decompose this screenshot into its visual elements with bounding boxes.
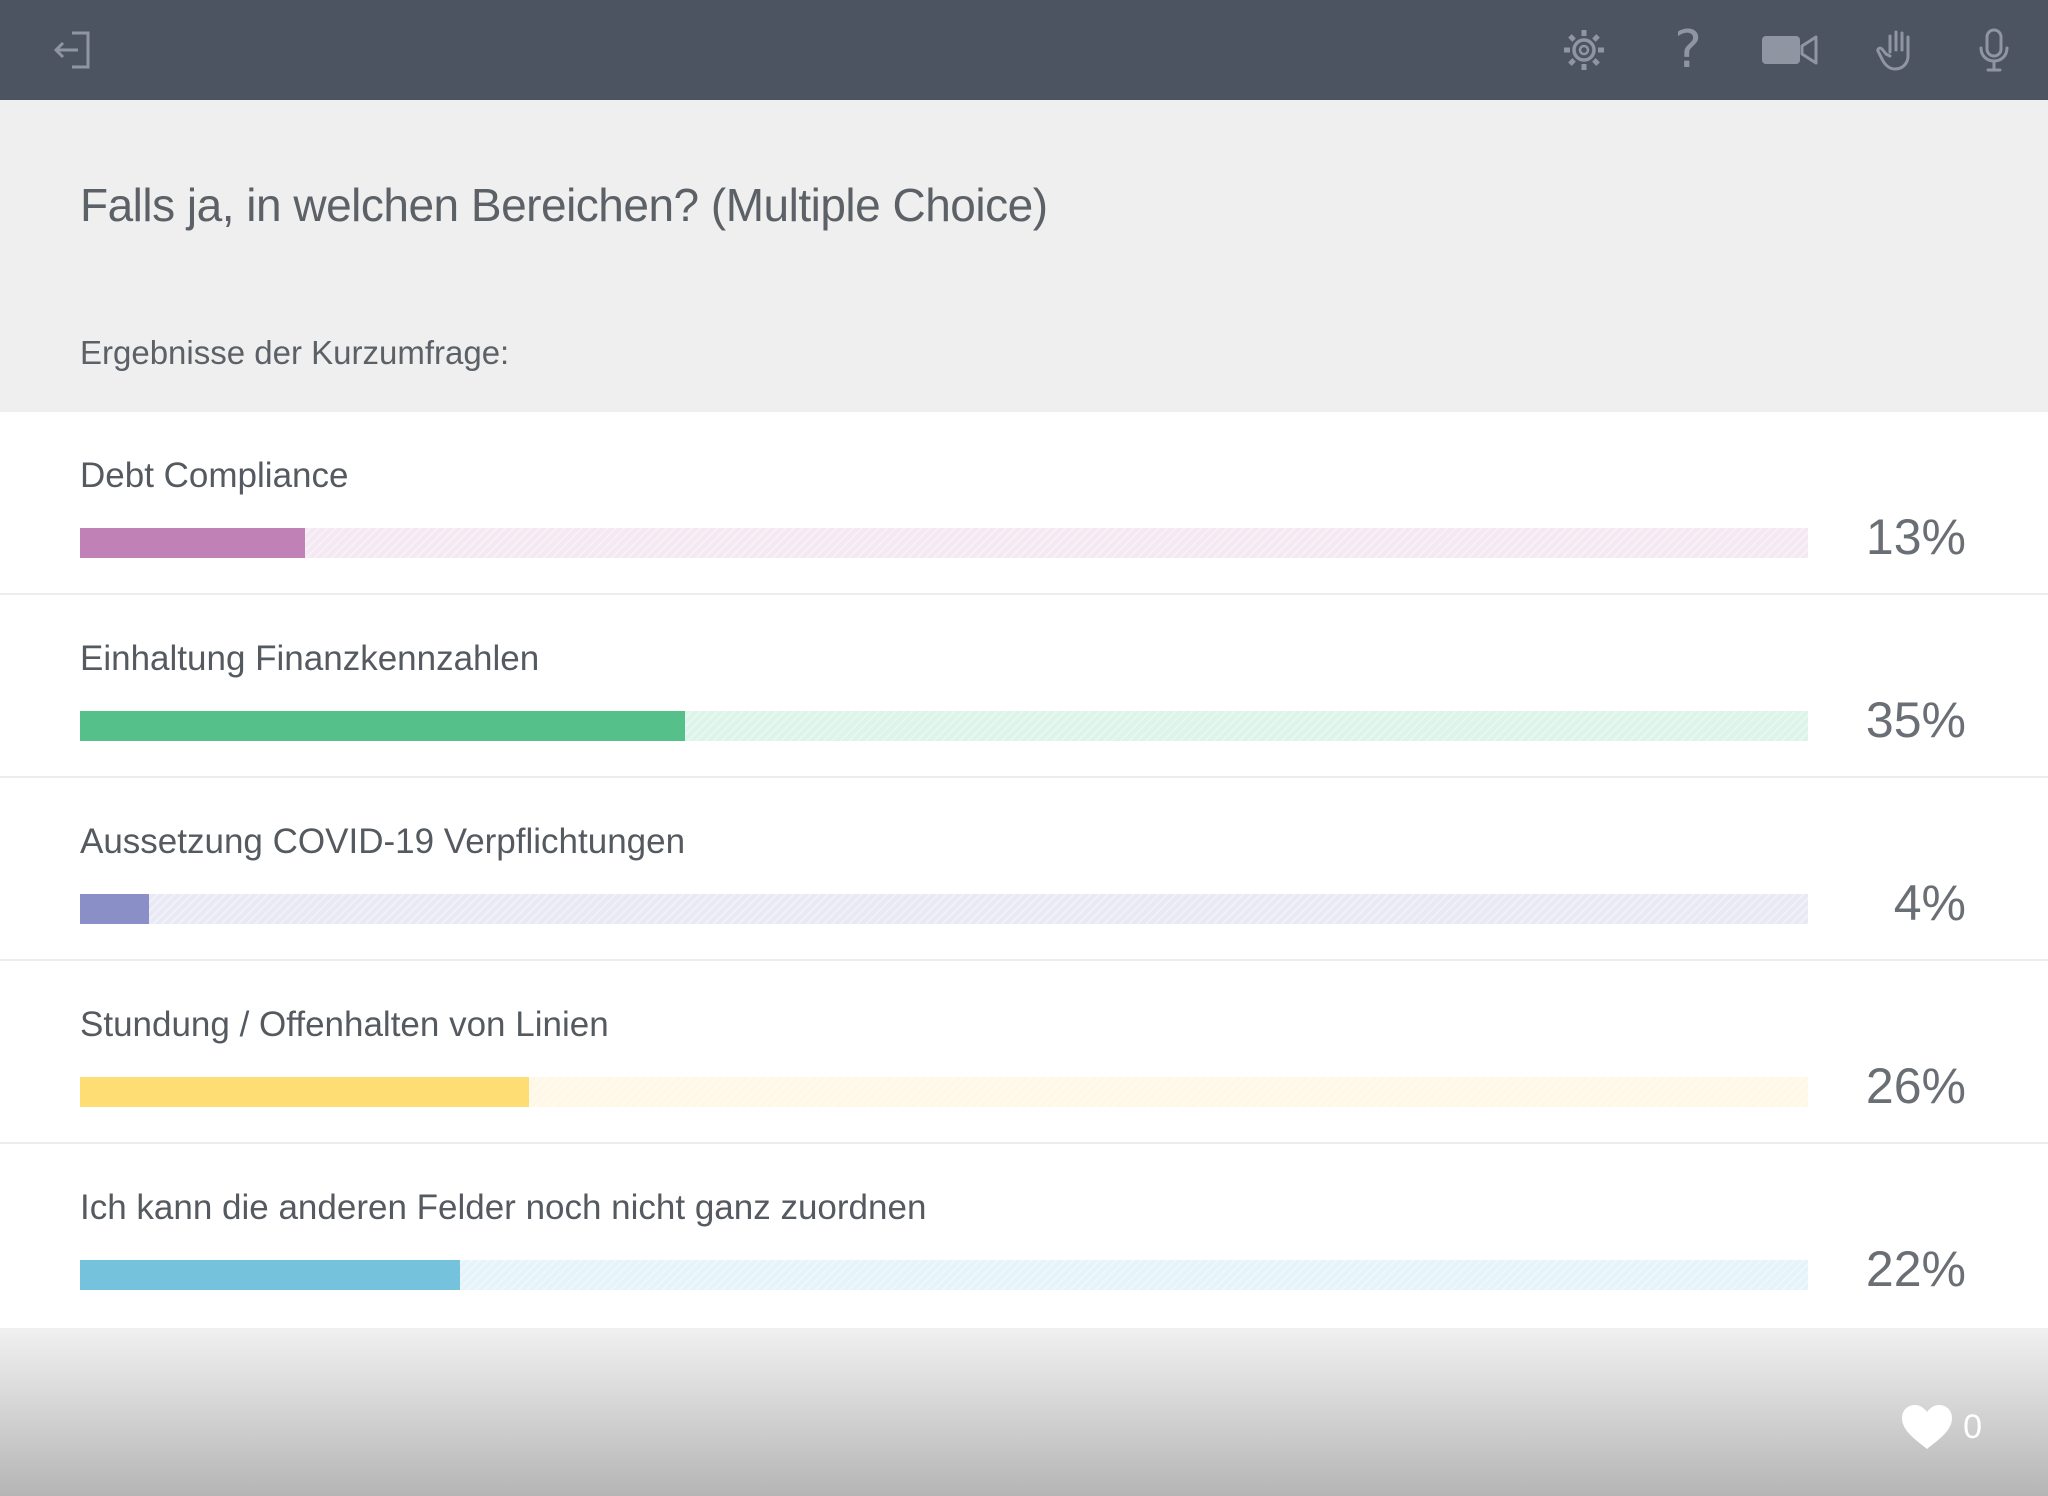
result-bar-fill [80, 1260, 461, 1290]
like-count: 0 [1963, 1407, 1982, 1446]
result-bar-track [80, 1260, 1808, 1290]
microphone-icon[interactable] [1966, 22, 2022, 78]
result-label: Aussetzung COVID-19 Verpflichtungen [80, 822, 686, 861]
result-bar-fill [80, 1077, 530, 1107]
result-row: Ich kann die anderen Felder noch nicht g… [0, 1144, 2048, 1328]
raise-hand-icon[interactable] [1870, 22, 1926, 78]
result-bar-fill [80, 894, 150, 924]
result-row: Aussetzung COVID-19 Verpflichtungen 4% [0, 778, 2048, 961]
top-toolbar: ? [0, 0, 2048, 100]
like-button[interactable]: 0 [1899, 1402, 1982, 1452]
result-bar-track [80, 894, 1808, 924]
result-percent: 13% [1865, 509, 1966, 565]
result-label: Debt Compliance [80, 456, 349, 495]
video-camera-icon[interactable] [1760, 22, 1820, 78]
gear-icon[interactable] [1556, 22, 1612, 78]
result-percent: 26% [1865, 1058, 1966, 1114]
result-percent: 35% [1865, 692, 1966, 748]
heart-icon [1902, 1405, 1953, 1449]
result-row: Einhaltung Finanzkennzahlen 35% [0, 595, 2048, 778]
result-percent: 22% [1865, 1241, 1966, 1297]
result-bar-track [80, 711, 1808, 741]
help-icon[interactable]: ? [1660, 20, 1716, 80]
result-label: Einhaltung Finanzkennzahlen [80, 639, 540, 678]
result-row: Stundung / Offenhalten von Linien 26% [0, 961, 2048, 1144]
footer-bar: 0 [0, 1330, 2048, 1496]
result-row: Debt Compliance 13% [0, 412, 2048, 595]
results-list: Debt Compliance 13% Einhaltung Finanzken… [0, 412, 2048, 1328]
result-label: Stundung / Offenhalten von Linien [80, 1005, 609, 1044]
result-bar-fill [80, 528, 305, 558]
help-glyph: ? [1674, 20, 1702, 80]
result-label: Ich kann die anderen Felder noch nicht g… [80, 1188, 927, 1227]
exit-icon[interactable] [44, 22, 100, 78]
question-title: Falls ja, in welchen Bereichen? (Multipl… [80, 179, 1048, 231]
results-title: Ergebnisse der Kurzumfrage: [80, 334, 510, 371]
result-percent: 4% [1893, 875, 1966, 931]
result-bar-fill [80, 711, 685, 741]
result-bar-track [80, 528, 1808, 558]
result-bar-track [80, 1077, 1808, 1107]
